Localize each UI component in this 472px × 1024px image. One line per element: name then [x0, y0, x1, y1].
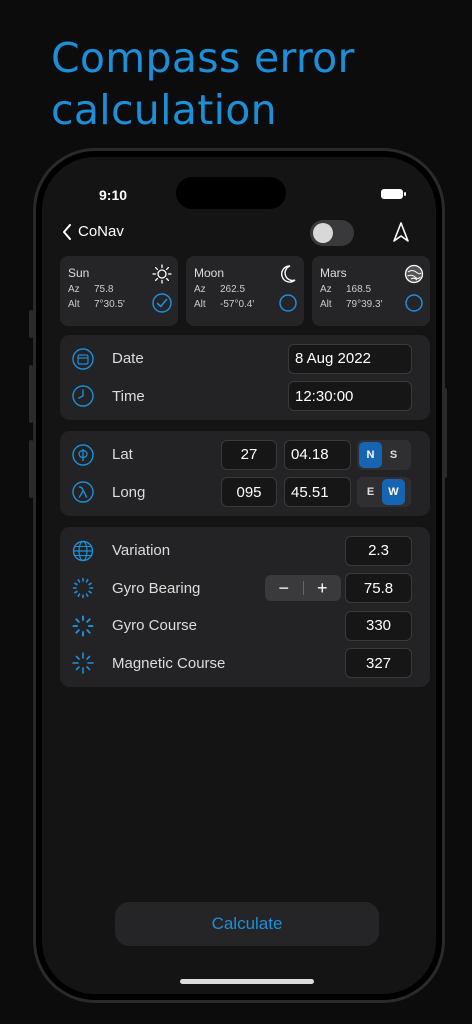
south-option[interactable]: S: [382, 442, 405, 468]
headline-line2: calculation: [51, 86, 277, 134]
body-card-moon[interactable]: Moon Az 262.5 Alt -57°0.4': [186, 256, 304, 326]
headline: Compass error calculation: [51, 32, 355, 136]
phone-frame: 9:10 CoNav Sun Az 75.8 Alt 7°30.5' Moon …: [33, 148, 445, 1003]
lat-row: Lat 27 04.18 N S: [60, 436, 430, 474]
variation-field[interactable]: 2.3: [345, 535, 412, 566]
magnetic-course-icon: [72, 652, 94, 675]
lat-hemisphere-segment: N S: [357, 439, 411, 470]
alt-value: -57°0.4': [220, 299, 255, 310]
celestial-bodies: Sun Az 75.8 Alt 7°30.5' Moon Az 262.5 Al…: [60, 256, 430, 326]
gyro-course-icon: [72, 615, 94, 637]
lat-label: Lat: [112, 446, 133, 464]
north-option[interactable]: N: [359, 441, 382, 468]
az-value: 75.8: [94, 284, 114, 295]
lat-minutes-field[interactable]: 04.18: [284, 439, 351, 470]
variation-label: Variation: [112, 542, 171, 560]
mars-icon: [404, 264, 424, 284]
time-field[interactable]: 12:30:00: [288, 381, 412, 412]
az-value: 262.5: [220, 284, 246, 295]
time-row: Time 12:30:00: [60, 378, 430, 416]
magnetic-course-field[interactable]: 327: [345, 648, 412, 679]
long-label: Long: [112, 483, 146, 501]
lat-degrees-field[interactable]: 27: [221, 439, 277, 470]
gyro-course-label: Gyro Course: [112, 617, 198, 635]
alt-value: 79°39.3': [346, 299, 383, 310]
back-button[interactable]: CoNav: [62, 223, 124, 240]
az-label: Az: [68, 284, 80, 295]
gyro-bearing-label: Gyro Bearing: [112, 579, 201, 597]
battery-icon: [381, 189, 406, 199]
variation-row: Variation 2.3: [60, 532, 430, 570]
back-label: CoNav: [78, 223, 124, 240]
gyro-bearing-field[interactable]: 75.8: [345, 573, 412, 604]
home-indicator[interactable]: [180, 979, 314, 984]
body-card-mars[interactable]: Mars Az 168.5 Alt 79°39.3': [312, 256, 430, 326]
dynamic-island: [176, 177, 286, 209]
alt-value: 7°30.5': [94, 299, 125, 310]
chevron-left-icon: [63, 223, 71, 240]
phi-icon: [72, 444, 94, 466]
gyro-bearing-icon: [72, 577, 94, 599]
magnetic-course-label: Magnetic Course: [112, 654, 226, 672]
sun-icon: [152, 264, 172, 284]
gyro-bearing-row: Gyro Bearing − + 75.8: [60, 570, 430, 608]
az-label: Az: [194, 284, 206, 295]
west-option[interactable]: W: [382, 479, 405, 506]
gyro-course-row: Gyro Course 330: [60, 607, 430, 645]
alt-label: Alt: [194, 299, 206, 310]
datetime-panel: Date 8 Aug 2022 Time 12:30:00: [60, 335, 430, 420]
date-field[interactable]: 8 Aug 2022: [288, 343, 412, 374]
east-option[interactable]: E: [359, 479, 382, 505]
long-degrees-field[interactable]: 095: [221, 477, 277, 508]
long-minutes-field[interactable]: 45.51: [284, 477, 351, 508]
moon-icon: [281, 265, 296, 283]
mode-toggle[interactable]: [310, 220, 354, 246]
calculate-button[interactable]: Calculate: [115, 902, 379, 946]
date-label: Date: [112, 350, 144, 368]
position-panel: Lat 27 04.18 N S Long 095 45.51 E W: [60, 431, 430, 516]
az-label: Az: [320, 284, 332, 295]
alt-label: Alt: [320, 299, 332, 310]
lambda-icon: [72, 481, 94, 503]
courses-panel: Variation 2.3 Gyro Bearing − + 75.8 Gyro…: [60, 527, 430, 687]
az-value: 168.5: [346, 284, 372, 295]
decrement-button[interactable]: −: [265, 578, 303, 599]
body-card-sun[interactable]: Sun Az 75.8 Alt 7°30.5': [60, 256, 178, 326]
calendar-icon: [72, 348, 94, 370]
headline-line1: Compass error: [51, 34, 355, 82]
alt-label: Alt: [68, 299, 80, 310]
increment-button[interactable]: +: [304, 578, 342, 599]
time-label: Time: [112, 387, 145, 405]
location-arrow-icon[interactable]: [392, 221, 410, 243]
magnetic-course-row: Magnetic Course 327: [60, 645, 430, 683]
long-hemisphere-segment: E W: [357, 477, 411, 508]
gyro-course-field[interactable]: 330: [345, 610, 412, 641]
checkmark-circle-icon[interactable]: [152, 293, 172, 313]
clock-icon: [72, 385, 94, 407]
gyro-bearing-stepper: − +: [265, 575, 342, 602]
date-row: Date 8 Aug 2022: [60, 340, 430, 378]
unselected-circle-icon[interactable]: [278, 293, 298, 313]
status-time: 9:10: [99, 187, 128, 203]
long-row: Long 095 45.51 E W: [60, 474, 430, 512]
globe-icon: [72, 540, 94, 561]
unselected-circle-icon[interactable]: [404, 293, 424, 313]
app-screen: 9:10 CoNav Sun Az 75.8 Alt 7°30.5' Moon …: [42, 157, 436, 994]
